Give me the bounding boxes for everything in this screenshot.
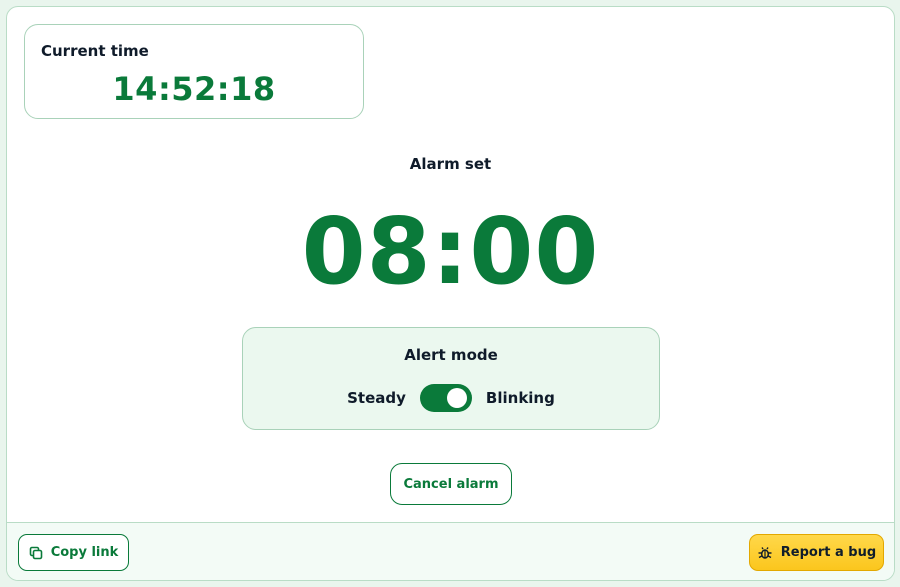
alert-mode-steady-label: Steady — [347, 389, 406, 407]
report-bug-label: Report a bug — [780, 545, 877, 560]
current-time-card: Current time 14:52:18 — [24, 24, 364, 119]
bug-icon — [757, 545, 773, 561]
copy-icon — [29, 546, 43, 560]
current-time-label: Current time — [41, 42, 149, 60]
copy-link-button[interactable]: Copy link — [18, 534, 129, 571]
alert-mode-toggle[interactable] — [419, 384, 472, 412]
app-frame: Current time 14:52:18 Alarm set 08:00 Al… — [6, 6, 895, 581]
alert-mode-title: Alert mode — [404, 346, 498, 364]
alert-mode-card: Alert mode Steady Blinking — [242, 327, 660, 430]
report-bug-button[interactable]: Report a bug — [749, 534, 884, 571]
alert-mode-row: Steady Blinking — [243, 384, 659, 412]
toggle-knob — [446, 388, 467, 408]
current-time-value: 14:52:18 — [112, 70, 276, 108]
alarm-set-label: Alarm set — [409, 155, 492, 173]
alarm-time-display: 08:00 — [301, 198, 600, 305]
footer-bar: Copy link Report a bug — [7, 522, 894, 580]
copy-link-label: Copy link — [50, 545, 119, 560]
alert-mode-blinking-label: Blinking — [485, 389, 555, 407]
cancel-alarm-button[interactable]: Cancel alarm — [390, 463, 512, 505]
